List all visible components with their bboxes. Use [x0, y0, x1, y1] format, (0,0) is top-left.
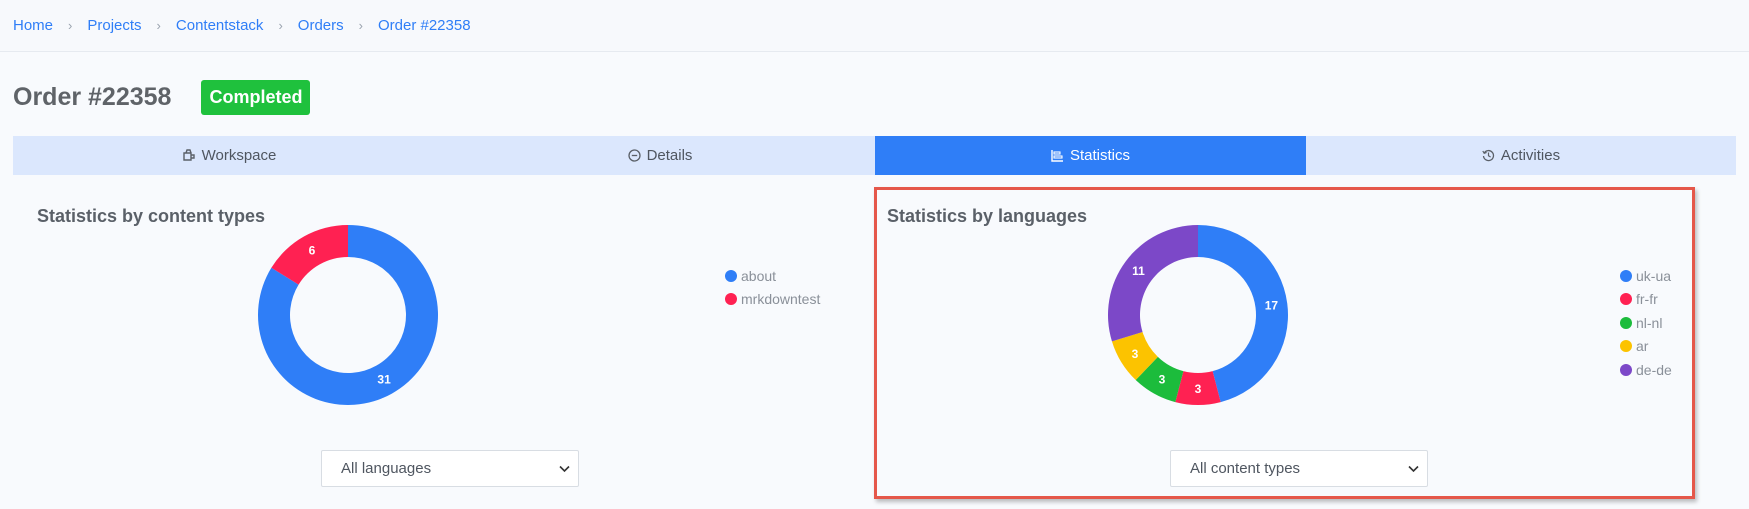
slice-value-label: 6 — [309, 243, 316, 257]
tab-label: Statistics — [1069, 147, 1130, 164]
content-types-panel: Statistics by content types 31 6 about mr… — [37, 180, 827, 509]
legend-label: about — [741, 267, 777, 284]
chart-icon — [1051, 150, 1063, 162]
status-badge: Completed — [201, 80, 311, 115]
title-row: Order #22358 Completed — [13, 80, 311, 115]
tab-statistics[interactable]: Statistics — [875, 136, 1306, 175]
highlight-box — [874, 187, 1695, 499]
legend-item-about[interactable]: about — [725, 264, 820, 288]
minus-circle-icon — [627, 149, 641, 162]
chart-legend: about mrkdowntest — [725, 264, 820, 311]
slice-value-label: 31 — [377, 373, 391, 387]
content-types-donut-chart: 31 6 — [258, 225, 438, 405]
language-filter-select[interactable]: All languages — [321, 450, 579, 487]
breadcrumb-home[interactable]: Home — [13, 17, 53, 34]
breadcrumb: Home › Projects › Contentstack › Orders … — [0, 0, 1749, 52]
breadcrumb-current-order[interactable]: Order #22358 — [378, 17, 471, 34]
select-value: All languages — [341, 460, 432, 477]
tab-workspace[interactable]: Workspace — [13, 136, 445, 175]
panel-title: Statistics by content types — [37, 206, 266, 226]
tab-label: Details — [646, 147, 693, 164]
tab-bar: Workspace Details Statistics Activities — [13, 136, 1736, 175]
legend-item-mrkdowntest[interactable]: mrkdowntest — [725, 288, 820, 312]
tab-label: Workspace — [201, 147, 277, 164]
breadcrumb-orders[interactable]: Orders — [298, 17, 344, 34]
page-title: Order #22358 — [13, 83, 172, 111]
chevron-right-icon: › — [156, 18, 161, 33]
history-icon — [1482, 149, 1494, 162]
breadcrumb-contentstack[interactable]: Contentstack — [176, 17, 264, 34]
chevron-right-icon: › — [358, 18, 363, 33]
legend-dot — [725, 293, 737, 306]
breadcrumb-projects[interactable]: Projects — [87, 17, 141, 34]
legend-dot — [725, 269, 737, 282]
legend-label: mrkdowntest — [741, 291, 821, 308]
box-icon — [182, 149, 195, 161]
tab-label: Activities — [1500, 147, 1561, 164]
chevron-right-icon: › — [278, 18, 283, 33]
chevron-down-icon — [559, 465, 570, 472]
tab-activities[interactable]: Activities — [1306, 136, 1736, 175]
chevron-right-icon: › — [68, 18, 73, 33]
tab-details[interactable]: Details — [445, 136, 875, 175]
